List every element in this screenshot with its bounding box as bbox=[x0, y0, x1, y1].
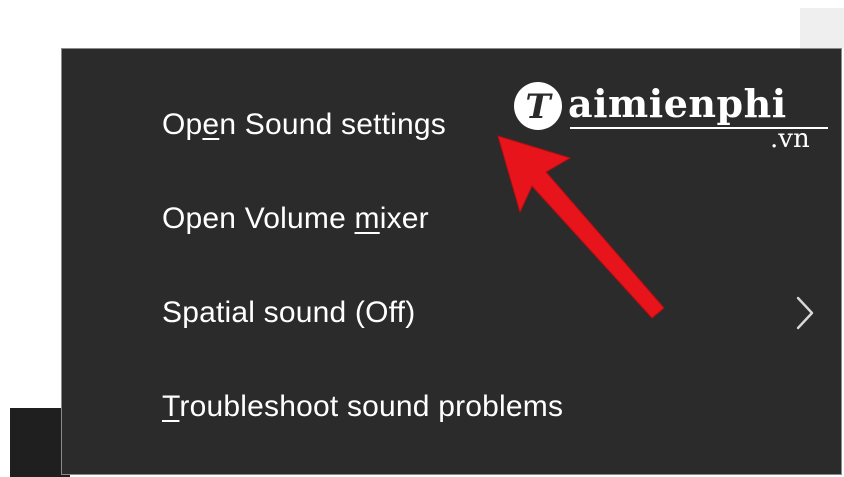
logo-letter: T bbox=[525, 87, 553, 127]
accelerator-key: m bbox=[354, 202, 380, 235]
menu-item-label: Troubleshoot sound problems bbox=[162, 390, 564, 423]
background-window-edge bbox=[800, 8, 844, 48]
menu-item-label: Open Sound settings bbox=[162, 108, 447, 141]
accelerator-key: T bbox=[162, 390, 180, 423]
accelerator-key: e bbox=[202, 108, 220, 141]
chevron-right-icon bbox=[796, 296, 814, 330]
menu-item-label: Open Volume mixer bbox=[162, 202, 429, 235]
taimienphi-watermark: T aimienphi .vn bbox=[512, 78, 832, 158]
menu-item-spatial-sound[interactable]: Spatial sound (Off) bbox=[62, 269, 841, 357]
watermark-brand-text: aimienphi bbox=[568, 81, 787, 126]
menu-item-open-volume-mixer[interactable]: Open Volume mixer bbox=[62, 175, 841, 263]
screenshot-stage: Open Sound settings Open Volume mixer Sp… bbox=[0, 0, 844, 477]
menu-item-label: Spatial sound (Off) bbox=[162, 296, 416, 329]
taimienphi-logo-icon: T bbox=[514, 82, 562, 130]
menu-item-troubleshoot-sound[interactable]: Troubleshoot sound problems bbox=[62, 363, 841, 451]
watermark-domain-suffix: .vn bbox=[770, 124, 810, 154]
